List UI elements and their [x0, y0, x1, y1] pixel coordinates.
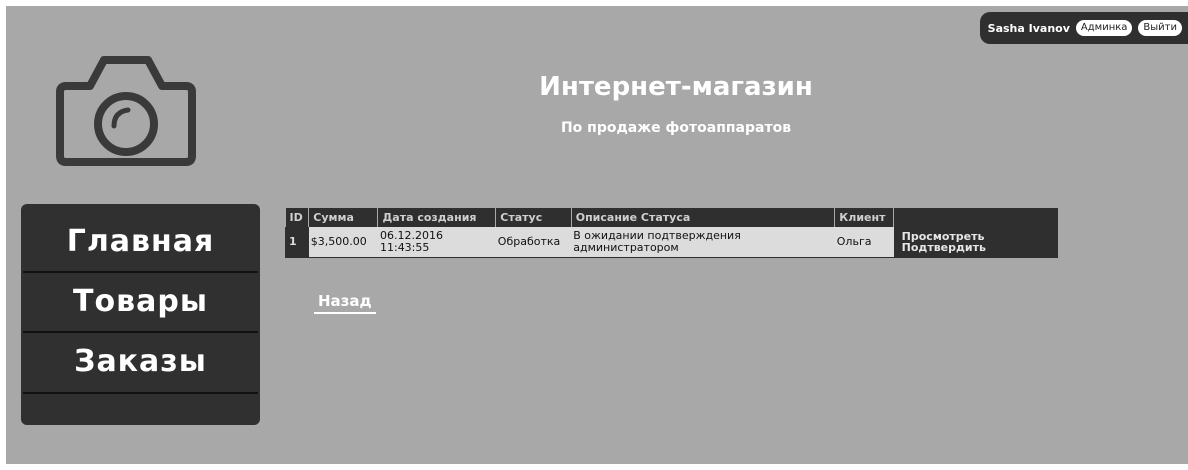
- camera-icon[interactable]: [56, 50, 196, 174]
- back-link[interactable]: Назад: [314, 292, 376, 314]
- confirm-order-link[interactable]: Подтвердить: [902, 242, 1049, 253]
- admin-button[interactable]: Админка: [1075, 20, 1133, 36]
- column-header-sum: Сумма: [308, 208, 379, 227]
- page-background: Sasha Ivanov Админка Выйти Интернет-мага…: [6, 6, 1188, 464]
- site-title: Интернет-магазин: [539, 72, 813, 102]
- nav-item-orders[interactable]: Заказы: [21, 344, 260, 379]
- logout-button[interactable]: Выйти: [1138, 20, 1182, 36]
- table-row: 1 $3,500.00 06.12.2016 11:43:55 Обработк…: [284, 227, 1058, 258]
- column-header-status-description: Описание Статуса: [571, 208, 836, 227]
- order-status: Обработка: [495, 227, 572, 258]
- order-sum: $3,500.00: [308, 227, 378, 258]
- column-header-client: Клиент: [834, 208, 895, 227]
- order-time: 11:43:55: [379, 241, 430, 254]
- column-header-date: Дата создания: [377, 208, 497, 227]
- order-status-description: В ожидании подтверждения администратором: [571, 227, 835, 258]
- user-bar: Sasha Ivanov Админка Выйти: [979, 12, 1188, 44]
- site-subtitle: По продаже фотоаппаратов: [560, 120, 792, 136]
- order-date-cell: 06.12.2016 11:43:55: [377, 227, 496, 258]
- column-header-id: ID: [285, 208, 310, 227]
- column-header-status: Статус: [495, 208, 572, 227]
- status-description-line2: администратором: [573, 241, 679, 254]
- orders-table: ID Сумма Дата создания Статус Описание С…: [284, 208, 1058, 258]
- column-header-actions: [893, 208, 1058, 227]
- nav-item-home[interactable]: Главная: [21, 224, 260, 259]
- side-navigation: Главная Товары Заказы: [21, 204, 260, 425]
- table-header-row: ID Сумма Дата создания Статус Описание С…: [285, 208, 1058, 227]
- order-id: 1: [284, 227, 309, 258]
- order-client: Ольга: [834, 227, 894, 258]
- nav-divider: [23, 392, 258, 394]
- order-actions: Просмотреть Подтвердить: [893, 227, 1058, 258]
- nav-divider: [23, 331, 258, 333]
- user-name: Sasha Ivanov: [987, 21, 1070, 35]
- nav-divider: [23, 271, 258, 273]
- nav-item-products[interactable]: Товары: [21, 284, 260, 319]
